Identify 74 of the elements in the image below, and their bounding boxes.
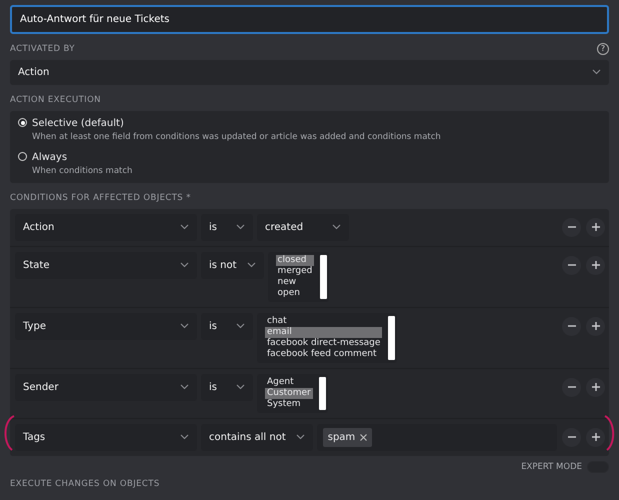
- attribute-select[interactable]: Sender: [15, 374, 197, 401]
- chevron-down-icon: [236, 323, 245, 330]
- chevron-down-icon: [180, 434, 189, 440]
- chevron-down-icon: [236, 384, 245, 390]
- title-field[interactable]: Auto-Antwort für neue Tickets: [10, 5, 609, 34]
- attribute-select[interactable]: State: [15, 252, 197, 279]
- plus-icon: [592, 322, 600, 330]
- chevron-down-icon: [180, 224, 189, 230]
- chevron-down-icon: [296, 434, 305, 440]
- scrollbar: [388, 316, 396, 360]
- remove-condition-button[interactable]: [562, 256, 581, 275]
- multi-select-list[interactable]: closed merged new open: [268, 252, 330, 302]
- option-description: When at least one field from conditions was updated or article was added and conditions match: [32, 131, 441, 144]
- annotation-arc: [2, 415, 16, 451]
- list-option[interactable]: chat: [265, 316, 382, 327]
- remove-condition-button[interactable]: [562, 378, 581, 397]
- list-option[interactable]: email: [265, 326, 382, 338]
- plus-icon: [592, 261, 600, 270]
- attribute-select[interactable]: Type: [15, 312, 197, 340]
- activated-by-select[interactable]: Action: [10, 60, 609, 85]
- list-option[interactable]: open: [276, 288, 314, 299]
- multi-select-list[interactable]: Agent Customer System: [257, 374, 328, 413]
- help-button[interactable]: ?: [597, 43, 609, 56]
- plus-icon: [592, 383, 600, 392]
- chevron-down-icon: [236, 224, 245, 230]
- chevron-down-icon: [180, 323, 189, 330]
- list-option[interactable]: merged: [276, 266, 314, 277]
- tag-chip: spam: [322, 428, 372, 447]
- radio-label: Always: [32, 150, 68, 165]
- value-select[interactable]: created: [257, 214, 349, 241]
- list-option[interactable]: closed: [276, 254, 314, 266]
- chevron-down-icon: [180, 384, 189, 390]
- section-label: EXECUTE CHANGES ON OBJECTS: [10, 478, 161, 490]
- remove-tag-icon[interactable]: [360, 434, 368, 441]
- remove-condition-button[interactable]: [562, 428, 581, 447]
- operator-select[interactable]: is not: [201, 252, 264, 279]
- add-condition-button[interactable]: [586, 256, 605, 275]
- option-description: When conditions match: [32, 164, 132, 178]
- chevron-down-icon: [246, 262, 256, 268]
- remove-condition-button[interactable]: [562, 218, 581, 237]
- expert-mode-label: EXPERT MODE: [521, 460, 582, 474]
- attribute-select[interactable]: Tags: [15, 424, 197, 451]
- add-condition-button[interactable]: [586, 316, 605, 336]
- list-option[interactable]: System: [265, 398, 313, 410]
- chevron-down-icon: [332, 224, 341, 230]
- section-label: ACTIVATED BY: [10, 43, 75, 56]
- annotation-arc: [603, 415, 617, 451]
- remove-condition-button[interactable]: [562, 316, 581, 336]
- radio-button[interactable]: [18, 152, 27, 161]
- add-condition-button[interactable]: [586, 428, 605, 447]
- chevron-down-icon: [592, 69, 601, 76]
- list-option[interactable]: facebook direct-message: [265, 338, 382, 349]
- tags-field[interactable]: spam: [316, 424, 557, 451]
- scrollbar: [320, 254, 328, 299]
- radio-label: Selective (default): [32, 117, 125, 131]
- list-option[interactable]: Customer: [265, 388, 313, 399]
- list-option[interactable]: new: [276, 276, 314, 288]
- add-condition-button[interactable]: [586, 378, 605, 397]
- list-option[interactable]: facebook feed comment: [265, 348, 382, 360]
- operator-select[interactable]: is: [201, 312, 253, 340]
- chevron-down-icon: [180, 262, 189, 268]
- radio-button[interactable]: [18, 118, 27, 127]
- multi-select-list[interactable]: chat email facebook direct-message facebook feed comment: [257, 312, 398, 363]
- list-option[interactable]: Agent: [265, 376, 313, 388]
- attribute-select[interactable]: Action: [15, 214, 197, 241]
- section-label: ACTION EXECUTION: [10, 94, 102, 106]
- add-condition-button[interactable]: [586, 218, 605, 237]
- scrollbar: [318, 376, 326, 410]
- plus-icon: [592, 433, 600, 442]
- section-label: CONDITIONS FOR AFFECTED OBJECTS *: [10, 192, 192, 205]
- operator-select[interactable]: is: [201, 214, 253, 241]
- operator-select[interactable]: contains all not: [201, 424, 313, 451]
- operator-select[interactable]: is: [201, 374, 253, 401]
- plus-icon: [592, 223, 600, 232]
